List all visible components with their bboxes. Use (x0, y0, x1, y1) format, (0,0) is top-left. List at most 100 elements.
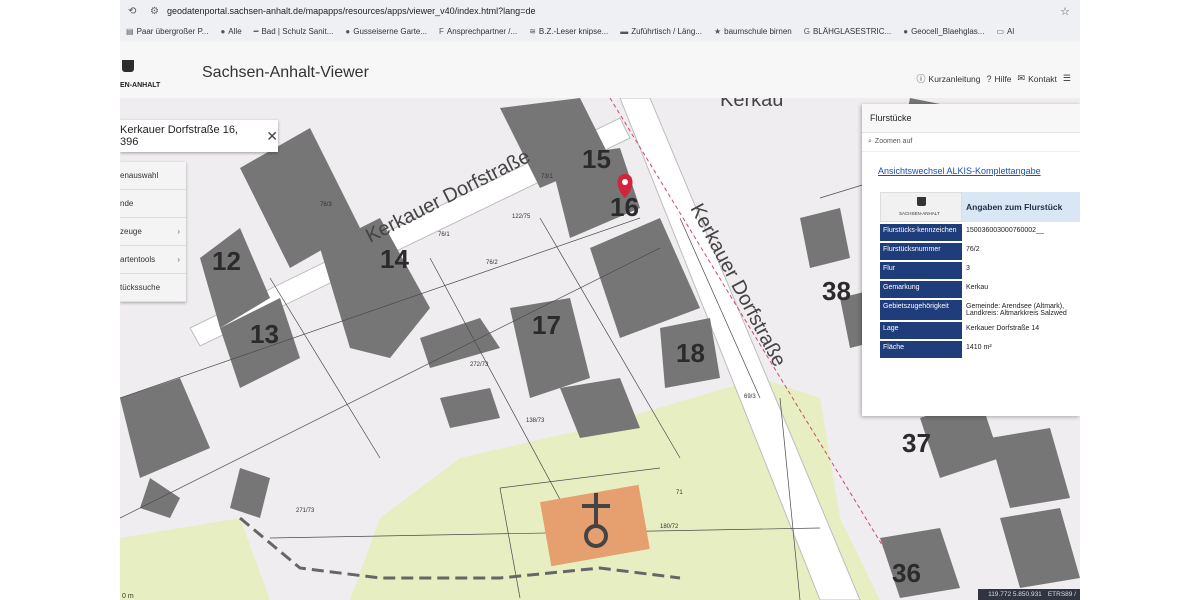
bookmark-label: Al (1007, 26, 1015, 36)
bookmark-item[interactable]: ≋ B.Z.-Leser knipse... (529, 27, 608, 36)
back-icon[interactable]: ⟲ (128, 6, 140, 17)
bookmark-item[interactable]: ● Geocell_Blaehglas... (903, 27, 984, 36)
help-icon: ? (986, 73, 992, 84)
bookmarks-bar: ▤ Paar übergroßer P... ● Alle ━ Bad | Schul… (120, 22, 1080, 40)
menu-item-label: tückssuche (120, 283, 161, 292)
folder-icon: ▭ (996, 26, 1005, 36)
coordinate-readout: 119.772 5.850.931 ETRS89 / (978, 589, 1080, 600)
bookmark-item[interactable]: ● Alle (220, 27, 241, 36)
close-icon[interactable]: ✕ (266, 128, 278, 145)
bookmark-label: Bad | Schulz Sanit... (261, 26, 334, 36)
table-row: Lage Kerkauer Dorfstraße 14 (880, 322, 1080, 339)
bookmark-label: Gusseiserne Garte... (353, 26, 428, 36)
parcel-label: 76/2 (486, 260, 498, 266)
table-title: Angaben zum Flurstück (962, 192, 1080, 222)
bookmark-label: Ansprechpartner /... (446, 26, 518, 36)
table-row: Gebietszugehörigkeit Gemeinde: Arendsee (… (880, 300, 1080, 320)
menu-item[interactable]: zeuge › (120, 218, 186, 246)
row-value: 1410 m² (962, 341, 1080, 358)
row-key: Flur (880, 262, 962, 279)
bookmark-label: Zuführtisch / Läng... (631, 26, 702, 36)
flag-icon: F (439, 26, 444, 36)
parcel-label: 73/1 (541, 174, 553, 180)
zoom-label: Zoomen auf (874, 138, 913, 145)
star-icon: ★ (713, 26, 722, 36)
app-title: Sachsen-Anhalt-Viewer (202, 64, 369, 81)
scale-bar-label: 0 m (122, 593, 134, 600)
menu-item[interactable]: nde (120, 190, 186, 218)
search-value[interactable]: Kerkauer Dorfstraße 16, 396 (120, 124, 258, 148)
house-number: 12 (212, 246, 241, 276)
row-value: 3 (962, 262, 1080, 279)
header-links: ⓘ Kurzanleitung ? Hilfe ✉ Kontakt ☰ (917, 72, 1080, 85)
menu-item[interactable]: artentools › (120, 246, 186, 274)
parcel-label: 122/75 (512, 214, 531, 220)
zoom-icon: ⌕ (868, 138, 872, 145)
bookmark-item[interactable]: ▤ Paar übergroßer P... (126, 27, 208, 36)
header-link-label: Kontakt (1028, 73, 1057, 84)
bookmark-item[interactable]: ● Gusseiserne Garte... (345, 27, 427, 36)
bookmark-label: B.Z.-Leser knipse... (538, 26, 609, 36)
bookmark-label: BLÄHGLASESTRIC... (812, 26, 892, 36)
globe-icon: ≋ (529, 26, 536, 36)
menu-item[interactable]: enauswahl (120, 162, 186, 190)
bookmark-item[interactable]: G BLÄHGLASESTRIC... (804, 27, 891, 36)
bookmark-item[interactable]: F Ansprechpartner /... (439, 27, 517, 36)
parcel-label: 138/73 (526, 418, 545, 424)
coordinate-system[interactable]: ETRS89 / (1048, 591, 1076, 598)
header-link-kurzanleitung[interactable]: ⓘ Kurzanleitung (917, 72, 981, 85)
site-info-icon[interactable]: ⚙ (150, 6, 159, 17)
globe-icon: ● (220, 26, 226, 36)
zoom-to-button[interactable]: ⌕ Zoomen auf (862, 133, 1080, 152)
table-row: Flurstücksnummer 76/2 (880, 243, 1080, 260)
house-number: 16 (610, 192, 639, 222)
header-menu[interactable]: ☰ (1063, 72, 1074, 85)
house-number: 38 (822, 276, 851, 306)
parcel-info-table: SACHSEN-ANHALT Angaben zum Flurstück Flu… (880, 192, 1080, 358)
header-link-hilfe[interactable]: ? Hilfe (987, 72, 1012, 85)
row-value: 150036003000760002__ (962, 224, 1080, 241)
menu-item[interactable]: tückssuche (120, 274, 186, 302)
url-text[interactable]: geodatenportal.sachsen-anhalt.de/mapapps… (167, 6, 536, 16)
row-value: Kerkauer Dorfstraße 14 (962, 322, 1080, 339)
bookmark-label: Alle (228, 26, 242, 36)
screen: ⟲ ⚙ geodatenportal.sachsen-anhalt.de/map… (120, 0, 1080, 600)
bookmark-icon: ▤ (126, 26, 134, 36)
crest-icon (917, 197, 926, 206)
bookmark-label: Paar übergroßer P... (136, 26, 209, 36)
browser-address-bar[interactable]: ⟲ ⚙ geodatenportal.sachsen-anhalt.de/map… (120, 0, 1080, 22)
parcel-table-header: SACHSEN-ANHALT Angaben zum Flurstück (880, 192, 1080, 222)
header-link-label: Kurzanleitung (928, 73, 981, 84)
house-number: 18 (676, 338, 705, 368)
bookmark-label: baumschule birnen (724, 26, 792, 36)
house-number: 36 (892, 558, 921, 588)
street-label: Kerkau (720, 98, 783, 111)
header-link-label: Hilfe (994, 73, 1012, 84)
bookmark-item[interactable]: ▭ Al (996, 27, 1014, 36)
search-box[interactable]: Kerkauer Dorfstraße 16, 396 ✕ (120, 120, 278, 152)
tool-menu: enauswahl nde zeuge › artentools › tückssu… (120, 162, 186, 302)
alkis-view-link[interactable]: Ansichtswechsel ALKIS-Komplettangabe (878, 166, 1080, 176)
chevron-right-icon: › (177, 227, 180, 236)
table-row: Flurstücks-kennzeichen 150036003000760002… (880, 224, 1080, 241)
bookmark-item[interactable]: ━ Bad | Schulz Sanit... (254, 27, 334, 36)
app-header: EN-ANHALT Sachsen-Anhalt-Viewer ⓘ Kurzanl… (120, 42, 1080, 99)
mail-icon: ✉ (1017, 73, 1026, 83)
logo-text: EN-ANHALT (120, 82, 161, 89)
house-number: 13 (250, 319, 279, 349)
bookmark-item[interactable]: ★ baumschule birnen (714, 27, 792, 36)
table-logo-text: SACHSEN-ANHALT (899, 211, 940, 216)
parcel-label: 272/73 (470, 362, 489, 368)
parcel-label: 271/73 (296, 508, 315, 514)
menu-item-label: artentools (120, 255, 156, 264)
row-key: Lage (880, 322, 962, 339)
header-link-kontakt[interactable]: ✉ Kontakt (1018, 72, 1057, 85)
table-logo: SACHSEN-ANHALT (880, 192, 962, 222)
table-row: Flur 3 (880, 262, 1080, 279)
panel-title: Flurstücke (862, 104, 1080, 133)
row-key: Flurstücksnummer (880, 243, 962, 260)
parcel-label: 180/72 (660, 524, 679, 530)
bookmark-star-icon[interactable]: ☆ (1060, 5, 1070, 18)
bookmark-item[interactable]: ▬ Zuführtisch / Läng... (620, 27, 702, 36)
row-value: Kerkau (962, 281, 1080, 298)
